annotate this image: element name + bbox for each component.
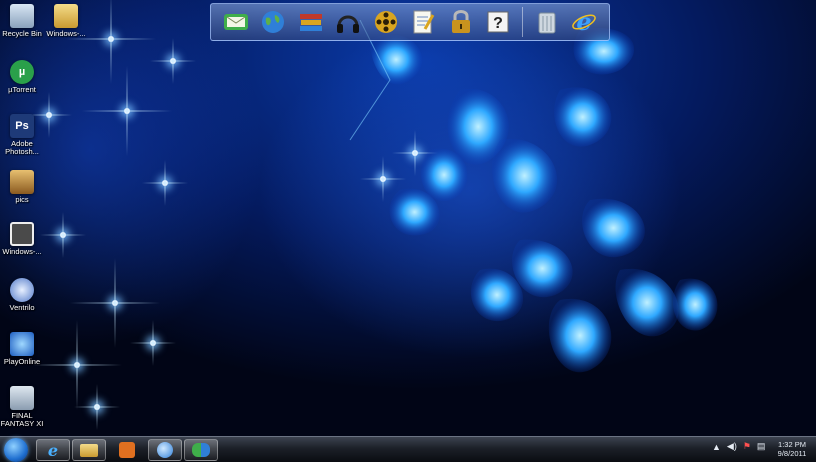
globe-icon[interactable] — [259, 8, 287, 36]
network-globe-icon — [157, 442, 173, 458]
wallpaper-sparkle — [150, 340, 156, 346]
taskbar-media-player[interactable] — [110, 439, 144, 461]
system-clock[interactable]: 1:32 PM 9/8/2011 — [770, 440, 814, 458]
svg-text:?: ? — [494, 15, 504, 32]
notepad-icon[interactable] — [409, 8, 437, 36]
trash-icon[interactable] — [533, 8, 561, 36]
desktop-icon-recycle-bin[interactable]: Recycle Bin — [0, 4, 44, 38]
taskbar-network-globe[interactable] — [148, 439, 182, 461]
desktop-icon-windows-folder[interactable]: Windows-... — [44, 4, 88, 38]
taskbar-file-explorer[interactable] — [72, 439, 106, 461]
wallpaper-swirl-art — [349, 20, 718, 373]
quick-launch-dock: ? e — [210, 3, 610, 41]
folder-icon — [10, 170, 34, 194]
show-hidden-icons-arrow[interactable]: ▲ — [712, 442, 721, 452]
headphones-icon[interactable] — [334, 8, 362, 36]
wallpaper-sparkle — [112, 300, 118, 306]
desktop-icon-label: µTorrent — [8, 85, 36, 94]
wallpaper-sparkle — [74, 362, 80, 368]
desktop-icon-label: Adobe Photosh... — [5, 139, 39, 156]
volume-icon[interactable]: ◀) — [727, 441, 737, 452]
desktop-icon-label: Ventrilo — [9, 303, 35, 312]
svg-text:e: e — [576, 9, 591, 35]
clock-date: 9/8/2011 — [777, 449, 807, 458]
ventrilo-icon — [10, 278, 34, 302]
wallpaper-sparkle — [108, 36, 114, 42]
help-icon[interactable]: ? — [484, 8, 512, 36]
wallpaper-sparkle — [162, 180, 168, 186]
padlock-icon[interactable] — [447, 8, 475, 36]
system-tray: ▲ ◀) ⚑ ▤ — [712, 441, 765, 452]
folder-icon — [54, 4, 78, 28]
internet-explorer-icon: e — [47, 440, 59, 460]
taskbar: e ▲ ◀) ⚑ ▤ 1:32 PM 9/8/2011 — [0, 436, 816, 462]
taskbar-messenger[interactable] — [184, 439, 218, 461]
desktop-icon-playonline[interactable]: PlayOnline — [0, 332, 44, 366]
desktop-icon-windows-app[interactable]: Windows-... — [0, 222, 44, 256]
wallpaper-sparkle — [94, 404, 100, 410]
internet-explorer-icon[interactable]: e — [570, 8, 598, 36]
desktop-icon-label: Windows-... — [2, 247, 42, 256]
mail-icon[interactable] — [222, 8, 250, 36]
wallpaper-sparkle — [46, 112, 52, 118]
file-explorer-icon — [80, 443, 98, 457]
wallpaper-sparkle — [60, 232, 66, 238]
utorrent-icon: µ — [10, 60, 34, 84]
messenger-icon — [192, 443, 210, 457]
final-fantasy-icon — [10, 386, 34, 410]
windows-app-icon — [10, 222, 34, 246]
taskbar-internet-explorer[interactable]: e — [36, 439, 70, 461]
desktop-icon-label: Windows-... — [46, 29, 86, 38]
windows-start-orb[interactable] — [4, 438, 28, 462]
desktop-icon-ventrilo[interactable]: Ventrilo — [0, 278, 44, 312]
film-reel-icon[interactable] — [372, 8, 400, 36]
wallpaper-sparkle — [170, 58, 176, 64]
desktop-icon-final-fantasy[interactable]: FINAL FANTASY XI — [0, 386, 44, 428]
books-icon[interactable] — [297, 8, 325, 36]
dock-separator — [522, 7, 524, 37]
desktop-wallpaper — [0, 0, 816, 436]
playonline-icon — [10, 332, 34, 356]
media-player-icon — [119, 442, 135, 458]
wallpaper-sparkle — [124, 108, 130, 114]
action-center-flag-icon[interactable]: ⚑ — [743, 441, 751, 452]
desktop-icon-label: PlayOnline — [3, 357, 41, 366]
desktop-icon-pics[interactable]: pics — [0, 170, 44, 204]
clock-time: 1:32 PM — [778, 440, 806, 449]
recycle-bin-icon — [10, 4, 34, 28]
desktop-icon-label: pics — [15, 195, 29, 204]
desktop-icon-label: FINAL FANTASY XI — [0, 411, 44, 428]
desktop-icon-utorrent[interactable]: µ µTorrent — [0, 60, 44, 94]
desktop-icon-photoshop[interactable]: Ps Adobe Photosh... — [0, 114, 44, 156]
network-icon[interactable]: ▤ — [757, 441, 766, 452]
photoshop-icon: Ps — [10, 114, 34, 138]
